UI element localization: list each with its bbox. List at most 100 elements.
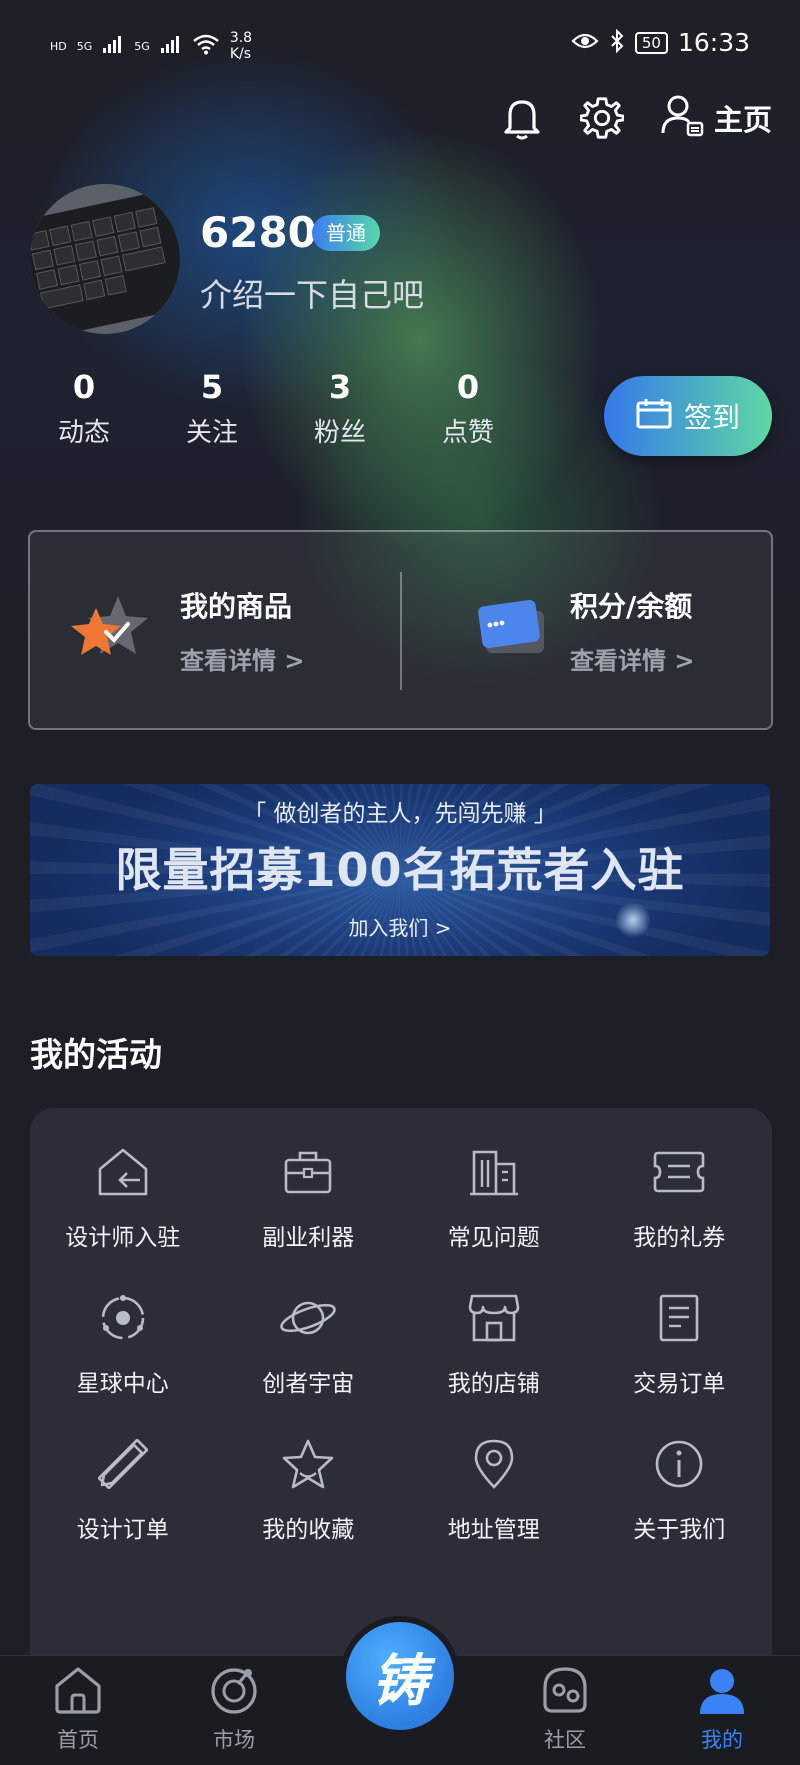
wifi-icon bbox=[192, 33, 220, 59]
username: 6280 bbox=[200, 208, 317, 257]
activity-my-store[interactable]: 我的店铺 bbox=[401, 1288, 587, 1398]
assets-card: 我的商品 查看详情 > 积分/余额 查看详情 > bbox=[28, 530, 773, 730]
nav-label: 社区 bbox=[544, 1728, 586, 1752]
activity-label: 创者宇宙 bbox=[262, 1371, 355, 1397]
my-goods-entry[interactable]: 我的商品 查看详情 > bbox=[66, 532, 396, 728]
home-icon bbox=[52, 1664, 104, 1720]
activity-design-orders[interactable]: 设计订单 bbox=[30, 1434, 216, 1544]
activity-label: 我的店铺 bbox=[447, 1371, 540, 1397]
speed-unit: K/s bbox=[229, 46, 252, 62]
balance-title: 积分/余额 bbox=[570, 589, 693, 623]
stat-likes[interactable]: 0 点赞 bbox=[404, 368, 532, 449]
nav-label: 市场 bbox=[213, 1728, 255, 1752]
stat-value: 3 bbox=[328, 368, 352, 406]
stats-row: 0 动态 5 关注 3 粉丝 0 点赞 bbox=[20, 368, 532, 449]
network-5g-2: 5G bbox=[134, 39, 150, 53]
activity-label: 星球中心 bbox=[76, 1371, 169, 1397]
community-icon bbox=[539, 1664, 591, 1720]
activity-creator-universe[interactable]: 创者宇宙 bbox=[216, 1288, 402, 1398]
activities-grid: 设计师入驻 副业利器 常见问题 我的礼券 星球中心 创者宇宙 我的店铺 交易订单… bbox=[30, 1142, 772, 1544]
activity-designer-join[interactable]: 设计师入驻 bbox=[30, 1142, 216, 1252]
banner-join-link[interactable]: 加入我们 > bbox=[30, 912, 770, 941]
activity-faq[interactable]: 常见问题 bbox=[401, 1142, 587, 1252]
activity-label: 副业利器 bbox=[262, 1225, 355, 1251]
eye-icon bbox=[571, 31, 599, 55]
star-icon bbox=[278, 1434, 338, 1494]
card-divider bbox=[400, 572, 402, 690]
bluetooth-icon bbox=[609, 28, 625, 57]
document-icon bbox=[649, 1288, 709, 1348]
stat-label: 动态 bbox=[57, 418, 110, 448]
activity-planet-center[interactable]: 星球中心 bbox=[30, 1288, 216, 1398]
info-icon bbox=[649, 1434, 709, 1494]
activity-label: 设计订单 bbox=[76, 1517, 169, 1543]
calendar-icon bbox=[636, 397, 672, 436]
my-goods-title: 我的商品 bbox=[180, 589, 293, 623]
activities-title: 我的活动 bbox=[30, 1035, 162, 1074]
checkin-label: 签到 bbox=[683, 401, 740, 434]
stat-value: 5 bbox=[200, 368, 224, 406]
activity-favorites[interactable]: 我的收藏 bbox=[216, 1434, 402, 1544]
nav-market[interactable]: 市场 bbox=[174, 1664, 294, 1754]
store-icon bbox=[464, 1288, 524, 1348]
nav-label-active: 我的 bbox=[701, 1728, 743, 1752]
nav-me[interactable]: 我的 bbox=[662, 1664, 782, 1754]
activity-label: 关于我们 bbox=[633, 1517, 726, 1543]
my-goods-link[interactable]: 查看详情 > bbox=[180, 641, 304, 676]
activity-label: 设计师入驻 bbox=[65, 1225, 181, 1251]
gear-icon[interactable] bbox=[579, 96, 624, 140]
activity-address[interactable]: 地址管理 bbox=[401, 1434, 587, 1544]
signal-icon-2 bbox=[160, 34, 182, 58]
battery-indicator: 50 bbox=[634, 31, 668, 54]
home-label: 主页 bbox=[713, 103, 772, 137]
activity-label: 地址管理 bbox=[447, 1517, 540, 1543]
balance-entry[interactable]: 积分/余额 查看详情 > bbox=[478, 532, 768, 728]
orbit-icon bbox=[93, 1288, 153, 1348]
center-publish-button[interactable]: 铸 bbox=[340, 1616, 460, 1736]
network-5g-1: 5G bbox=[76, 39, 93, 53]
hd-indicator: HD bbox=[50, 39, 67, 53]
banner-glow bbox=[615, 902, 651, 938]
stat-posts[interactable]: 0 动态 bbox=[20, 368, 148, 449]
nav-label: 首页 bbox=[57, 1728, 99, 1752]
balance-link[interactable]: 查看详情 > bbox=[570, 641, 694, 676]
center-glyph: 铸 bbox=[346, 1622, 454, 1730]
stat-followers[interactable]: 3 粉丝 bbox=[276, 368, 404, 449]
bio[interactable]: 介绍一下自己吧 bbox=[200, 270, 424, 316]
signal-icon-1 bbox=[102, 34, 124, 58]
speed-value: 3.8 bbox=[229, 30, 253, 46]
activity-side-tools[interactable]: 副业利器 bbox=[216, 1142, 402, 1252]
user-icon bbox=[696, 1664, 748, 1720]
status-right: 50 16:33 bbox=[571, 28, 750, 57]
nav-community[interactable]: 社区 bbox=[505, 1664, 625, 1754]
banner-subtitle: 「 做创者的主人，先闯先赚 」 bbox=[243, 801, 557, 827]
top-actions: 主页 bbox=[500, 90, 772, 146]
activity-trade-orders[interactable]: 交易订单 bbox=[587, 1288, 773, 1398]
stat-following[interactable]: 5 关注 bbox=[148, 368, 276, 449]
activity-label: 常见问题 bbox=[447, 1225, 540, 1251]
stat-label: 点赞 bbox=[441, 418, 494, 448]
nav-home[interactable]: 首页 bbox=[18, 1664, 138, 1754]
home-link[interactable]: 主页 bbox=[660, 93, 772, 144]
activity-label: 我的收藏 bbox=[262, 1517, 355, 1543]
stat-value: 0 bbox=[72, 368, 96, 406]
user-profile-icon bbox=[660, 93, 706, 144]
star-badge-icon bbox=[66, 592, 152, 668]
stat-label: 粉丝 bbox=[313, 418, 366, 448]
briefcase-icon bbox=[278, 1142, 338, 1202]
activity-coupons[interactable]: 我的礼券 bbox=[587, 1142, 773, 1252]
house-enter-icon bbox=[93, 1142, 153, 1202]
pencil-ruler-icon bbox=[93, 1434, 153, 1494]
recruit-banner[interactable]: 「 做创者的主人，先闯先赚 」 限量招募100名拓荒者入驻 加入我们 > bbox=[30, 784, 770, 956]
activity-about-us[interactable]: 关于我们 bbox=[587, 1434, 773, 1544]
bell-icon[interactable] bbox=[500, 96, 544, 140]
stat-label: 关注 bbox=[185, 418, 238, 448]
planet-icon bbox=[278, 1288, 338, 1348]
checkin-button[interactable]: 签到 bbox=[604, 376, 772, 456]
avatar[interactable] bbox=[30, 184, 180, 334]
activity-label: 交易订单 bbox=[633, 1371, 726, 1397]
location-pin-icon bbox=[464, 1434, 524, 1494]
market-icon bbox=[208, 1664, 260, 1720]
banner-headline: 限量招募100名拓荒者入驻 bbox=[115, 843, 685, 897]
card-icon bbox=[478, 597, 548, 663]
